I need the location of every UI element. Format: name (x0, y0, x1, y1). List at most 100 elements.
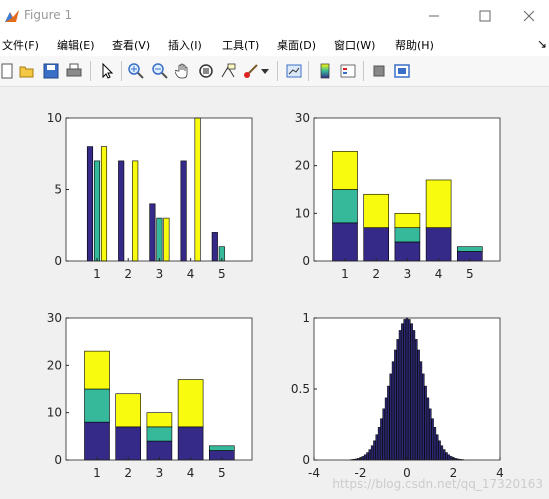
histogram-bar (389, 373, 392, 461)
y-tick-label: 30 (295, 111, 310, 125)
zoom-in-icon[interactable] (126, 61, 146, 81)
maximize-button[interactable] (462, 0, 508, 32)
show-plot-tools-icon[interactable] (392, 61, 412, 81)
bar (93, 160, 101, 262)
link-plot-icon[interactable] (284, 61, 304, 81)
histogram-bar (361, 456, 365, 461)
bar (100, 146, 108, 262)
minimize-button[interactable] (411, 0, 457, 32)
histogram-bar (387, 385, 390, 461)
menu-file[interactable]: 文件(F) (2, 37, 39, 53)
x-tick-label: 3 (404, 267, 412, 281)
histogram-bar (408, 319, 411, 461)
histogram-bar (384, 397, 388, 461)
histogram-bar (426, 397, 430, 461)
x-tick-label: 3 (156, 267, 164, 281)
watermark-text: https://blog.csdn.net/qq_17320163 (332, 477, 543, 491)
stacked-bar-segment (332, 151, 358, 190)
histogram-bar (419, 361, 423, 461)
histogram-bar (433, 427, 437, 461)
histogram-bar (445, 452, 448, 461)
toolbar-separator (121, 61, 122, 81)
x-tick-label: 4 (435, 267, 443, 281)
pointer-icon[interactable] (97, 61, 117, 81)
histogram-bar (377, 427, 381, 461)
x-tick-label: 4 (187, 466, 195, 480)
bar (86, 146, 94, 262)
histogram-bar (394, 349, 397, 461)
x-tick-label: -4 (308, 466, 320, 480)
x-tick-label: 3 (156, 466, 164, 480)
bar (211, 232, 218, 262)
colorbar-icon[interactable] (315, 61, 335, 81)
histogram-bar (431, 418, 434, 461)
hide-plot-tools-icon[interactable] (369, 61, 389, 81)
histogram-bar (380, 418, 383, 461)
axes-grouped-bar[interactable]: 1 2 3 4 505101 2 3 4 501020301 2 3 4 50102030-4 -2 0 2 4… (0, 87, 549, 499)
histogram-bar (415, 339, 418, 461)
stacked-bar-segment (146, 426, 173, 442)
bar (156, 217, 163, 262)
x-tick-label: 2 (124, 267, 132, 281)
menu-desktop[interactable]: 桌面(D) (277, 37, 316, 53)
print-icon[interactable] (64, 61, 84, 81)
pan-hand-icon[interactable] (173, 61, 193, 81)
toolbar-separator (363, 61, 364, 81)
chevron-icon[interactable]: ↘ (537, 37, 547, 51)
new-figure-icon[interactable] (0, 61, 17, 81)
histogram-bar (447, 454, 451, 461)
bar (180, 160, 187, 262)
x-tick-label: 1 (341, 267, 349, 281)
x-tick-label: 5 (466, 267, 474, 281)
maximize-icon (479, 10, 491, 22)
stacked-bar-segment (394, 213, 421, 228)
stacked-bar-segment (332, 222, 358, 262)
histogram-bar (398, 330, 402, 461)
window-title: Figure 1 (24, 8, 73, 22)
menu-window[interactable]: 窗口(W) (334, 37, 375, 53)
menu-tools[interactable]: 工具(T) (222, 37, 259, 53)
histogram-bar (435, 434, 439, 461)
histogram-bar (373, 440, 376, 461)
menu-view[interactable]: 查看(V) (112, 37, 150, 53)
histogram-bar (368, 449, 372, 461)
zoom-out-icon[interactable] (150, 61, 170, 81)
y-tick-label: 0 (54, 453, 62, 467)
histogram-bar (442, 449, 446, 461)
data-cursor-icon[interactable] (218, 61, 238, 81)
brush-dropdown-icon[interactable] (260, 61, 270, 81)
rotate-3d-icon[interactable] (196, 61, 216, 81)
open-file-icon[interactable] (17, 61, 37, 81)
histogram-bar (363, 454, 367, 461)
legend-icon[interactable] (338, 61, 358, 81)
y-tick-label: 0.5 (291, 382, 310, 396)
histogram-bar (449, 456, 453, 461)
histogram-bar (401, 323, 404, 461)
x-tick-label: 1 (93, 267, 101, 281)
histogram-bar (417, 349, 420, 461)
close-button[interactable] (506, 0, 549, 32)
bar (118, 160, 125, 262)
brush-icon[interactable] (241, 61, 261, 81)
title-bar: Figure 1 (0, 0, 549, 32)
menu-insert[interactable]: 插入(I) (168, 37, 202, 53)
stacked-bar-segment (332, 189, 358, 224)
save-icon[interactable] (41, 61, 61, 81)
menu-bar: 文件(F) 编辑(E) 查看(V) 插入(I) 工具(T) 桌面(D) 窗口(W… (0, 32, 549, 56)
bar (163, 217, 170, 262)
stacked-bar-segment (425, 179, 452, 228)
histogram-bar (405, 317, 409, 461)
toolbar-separator (277, 61, 278, 81)
menu-edit[interactable]: 编辑(E) (57, 37, 95, 53)
toolbar-separator (90, 61, 91, 81)
x-tick-label: 5 (218, 267, 226, 281)
menu-help[interactable]: 帮助(H) (395, 37, 434, 53)
histogram-bar (391, 361, 395, 461)
y-tick-label: 20 (47, 358, 62, 372)
histogram-bar (366, 452, 369, 461)
histogram-bar (403, 319, 406, 461)
stacked-bar-segment (456, 246, 483, 252)
minimize-icon (429, 15, 439, 17)
histogram-bar (375, 434, 379, 461)
x-tick-label: 2 (372, 267, 380, 281)
